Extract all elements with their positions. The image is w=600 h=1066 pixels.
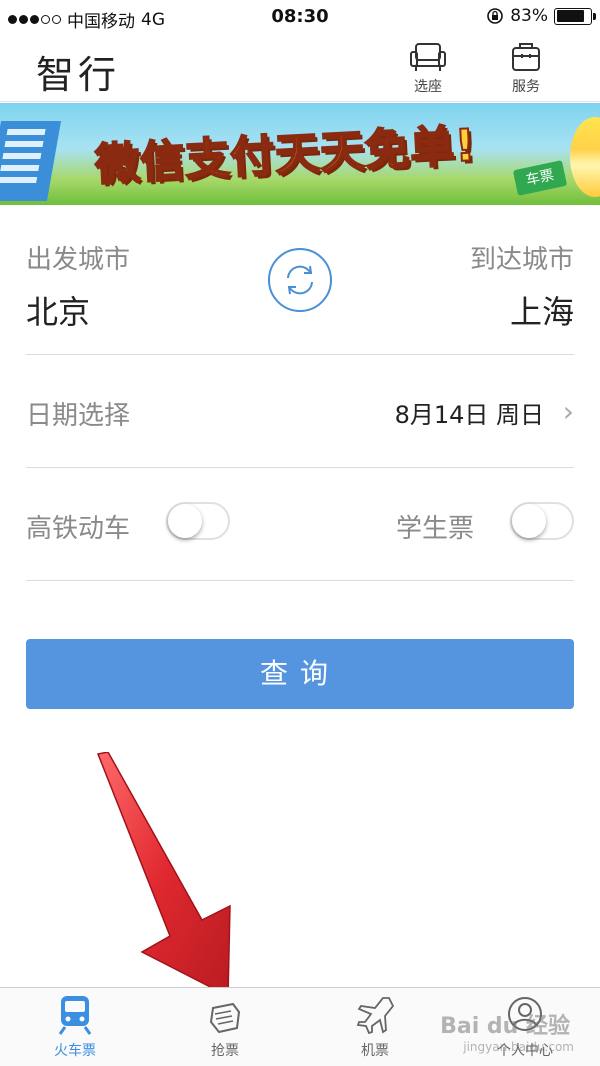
watermark: Bai du 经验 [440,1014,570,1039]
chevron-right-icon: › [562,395,574,428]
seat-selection-label: 选座 [414,79,442,95]
tab-grab-label: 抢票 [211,1043,239,1059]
hand-icon [209,1002,241,1034]
highspeed-toggle[interactable] [166,502,230,540]
tab-train-tickets[interactable]: 火车票 [15,994,135,1060]
watermark-url: jingyan.baidu.com [463,1040,574,1054]
toggle-knob [512,504,546,538]
from-city-value[interactable]: 北京 [26,287,90,333]
seat-selection-button[interactable]: 选座 [400,40,456,96]
app-title: 智行 [36,53,121,97]
from-city-label: 出发城市 [26,245,131,275]
status-bar: 中国移动 4G 08:30 83% [0,0,600,34]
highspeed-label: 高铁动车 [26,514,131,544]
tab-flights[interactable]: 机票 [315,994,435,1060]
to-city-value[interactable]: 上海 [510,287,574,333]
battery-icon [554,7,596,25]
red-arrow-annotation [90,751,250,1006]
rotation-lock-icon [487,8,504,24]
date-label: 日期选择 [26,401,131,431]
tab-train-label: 火车票 [54,1043,96,1059]
train-icon [58,996,92,1035]
student-toggle[interactable] [510,502,574,540]
date-row[interactable]: 日期选择 8月14日 周日 › [26,355,574,468]
banner-badge: 车票 [512,160,568,196]
balloon-illustration [570,117,600,197]
service-label: 服务 [512,79,540,95]
promo-banner[interactable]: 微信支付天天免单! 车票 [0,103,600,205]
tab-flight-label: 机票 [361,1043,389,1059]
plane-icon [356,997,395,1035]
luggage-icon [512,43,540,71]
seat-icon [410,43,446,71]
swap-cities-button[interactable] [268,248,332,312]
banner-headline: 微信支付天天免单! [93,119,478,192]
swap-icon [287,265,313,295]
search-form: 出发城市 北京 到达城市 上海 日期选择 8月14日 周日 › 高铁动车 学生票 [26,205,574,581]
date-value: 8月14日 周日 [394,401,544,429]
to-city-label: 到达城市 [469,245,574,275]
student-label: 学生票 [396,514,475,544]
search-button[interactable]: 查询 [26,639,574,709]
city-row: 出发城市 北京 到达城市 上海 [26,205,574,355]
service-button[interactable]: 服务 [498,40,554,96]
tab-grab-tickets[interactable]: 抢票 [165,994,285,1060]
battery-percent: 83% [510,6,548,26]
options-row: 高铁动车 学生票 [26,468,574,581]
battery-level [556,10,584,22]
status-right: 83% [486,6,596,26]
toggle-knob [168,504,202,538]
nav-bar: 智行 选座 服务 [0,34,600,102]
building-illustration [0,121,62,201]
